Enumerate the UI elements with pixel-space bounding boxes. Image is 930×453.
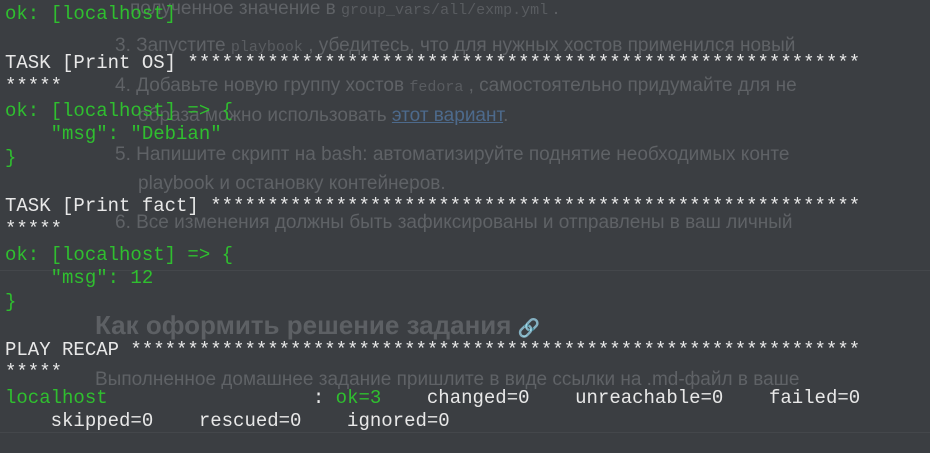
- task-print-fact: TASK [Print fact] **********************…: [5, 195, 861, 217]
- close-brace: }: [5, 147, 17, 169]
- list-item-5-cont: playbook и остановку контейнеров.: [138, 173, 446, 194]
- recap-stats-line2: skipped=0 rescued=0 ignored=0: [5, 410, 450, 432]
- stars-wrap: *****: [5, 218, 63, 240]
- page-text-line: полученное значение в group_vars/all/exm…: [130, 0, 559, 20]
- recap-host-line: localhost : ok=3 changed=0 unreachable=0…: [5, 386, 860, 410]
- task-print-os: TASK [Print OS] ************************…: [5, 52, 861, 74]
- text: 4. Добавьте новую группу хостов: [115, 75, 410, 96]
- ok-line: ok: [localhost]: [5, 3, 177, 25]
- variant-link[interactable]: этот вариант: [392, 105, 503, 126]
- stars-wrap: *****: [5, 361, 63, 383]
- link-icon[interactable]: 🔗: [517, 318, 539, 338]
- section-heading: Как оформить решение задания 🔗: [95, 310, 540, 341]
- ok-result: ok: [localhost] => {: [5, 100, 234, 122]
- ok-result: ok: [localhost] => {: [5, 244, 234, 266]
- recap-stats: changed=0 unreachable=0 failed=0: [381, 387, 861, 409]
- close-brace: }: [5, 291, 17, 313]
- ok-count: ok=3: [335, 387, 382, 409]
- heading-text: Как оформить решение задания: [95, 310, 512, 340]
- play-recap: PLAY RECAP *****************************…: [5, 339, 861, 361]
- text: .: [548, 0, 559, 19]
- stars-wrap: *****: [5, 75, 63, 97]
- host-name: localhost: [5, 387, 108, 409]
- inline-code: group_vars/all/exmp.yml: [341, 2, 549, 19]
- text: , самостоятельно придумайте для не: [463, 75, 797, 96]
- separator: :: [107, 387, 336, 409]
- text: .: [503, 105, 509, 126]
- msg-os: "msg": "Debian": [5, 123, 222, 145]
- list-item-4: 4. Добавьте новую группу хостов fedora ,…: [115, 75, 797, 97]
- inline-code: fedora: [409, 79, 464, 96]
- list-item-5: 5. Напишите скрипт на bash: автоматизиру…: [115, 144, 790, 165]
- msg-fact: "msg": 12: [5, 267, 154, 289]
